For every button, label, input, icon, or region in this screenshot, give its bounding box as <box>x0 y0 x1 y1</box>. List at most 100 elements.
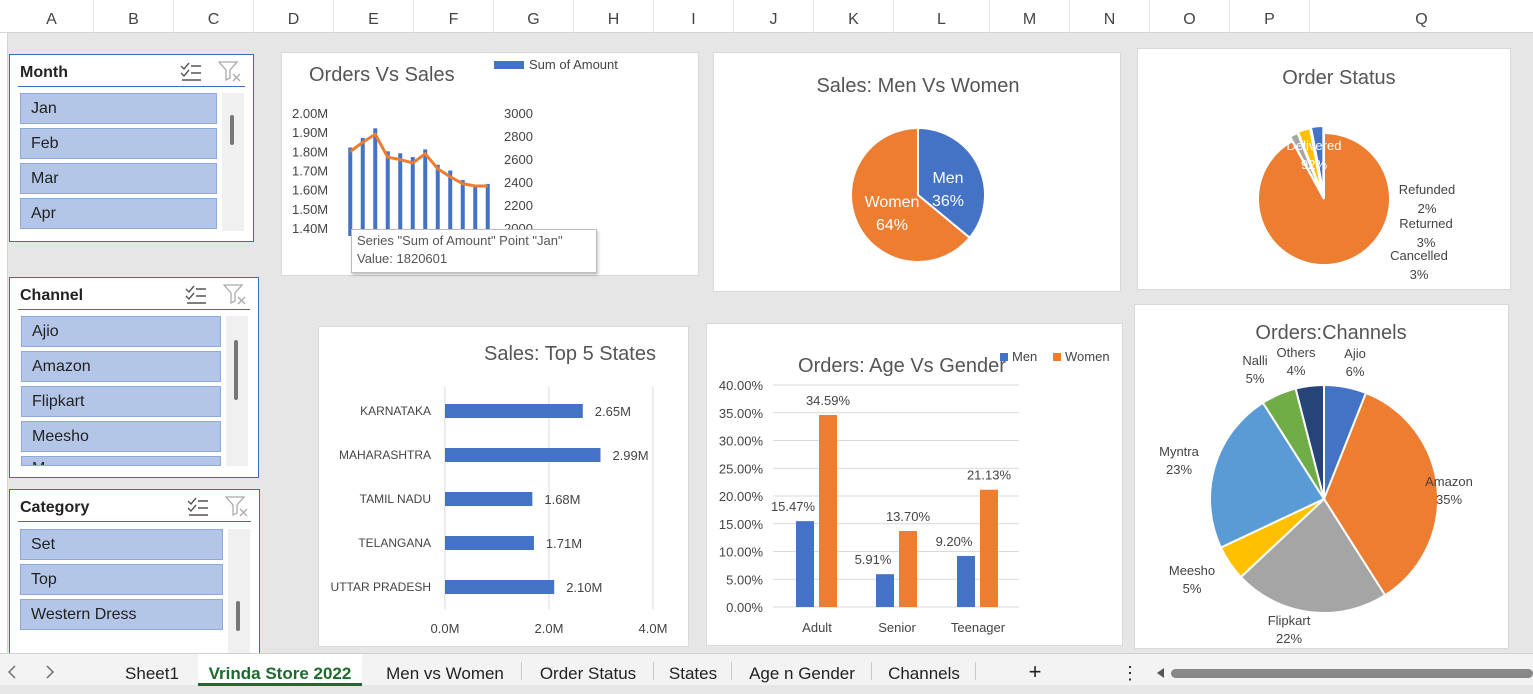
horizontal-scroll-thumb[interactable] <box>1171 669 1533 678</box>
slicer-item-apr[interactable]: Apr <box>20 198 217 229</box>
order-status-chart[interactable]: Order Status Delivered 92% Refunded 2% Retur… <box>1137 48 1511 290</box>
bar-oct[interactable] <box>460 180 465 236</box>
slicer-item-western-dress[interactable]: Western Dress <box>20 599 223 630</box>
column-header-a[interactable]: A <box>10 0 94 33</box>
bar-teenager-men[interactable] <box>957 555 975 607</box>
y-tick-label: 1.40M <box>292 221 328 236</box>
slice-name-label: Meesho <box>1169 563 1215 578</box>
top-states-chart[interactable]: Sales: Top 5 States KARNATAKA 2.65M MAHARA… <box>318 326 689 647</box>
tab-sheet1[interactable]: Sheet1 <box>112 654 192 686</box>
multi-select-icon[interactable] <box>187 497 209 517</box>
slicer-scroll-thumb[interactable] <box>234 340 238 400</box>
slicer-divider <box>18 86 245 87</box>
chart-title: Orders: Age Vs Gender <box>798 355 1006 377</box>
column-header-n[interactable]: N <box>1070 0 1150 33</box>
clear-filter-icon[interactable] <box>225 496 249 518</box>
bar-jan[interactable] <box>348 147 353 237</box>
column-header-k[interactable]: K <box>814 0 894 33</box>
column-header-p[interactable]: P <box>1230 0 1310 33</box>
column-header-q[interactable]: Q <box>1310 0 1533 33</box>
multi-select-icon[interactable] <box>185 285 207 305</box>
bar-aug[interactable] <box>435 164 440 236</box>
channels-chart[interactable]: Orders:Channels Ajio 6% Amazon 35% Flipkart 2… <box>1134 304 1509 649</box>
tab-men-vs-women[interactable]: Men vs Women <box>372 654 518 686</box>
slicer-item-jan[interactable]: Jan <box>20 93 217 124</box>
slicer-item-flipkart[interactable]: Flipkart <box>21 386 221 417</box>
slice-name-label: Cancelled <box>1390 248 1448 263</box>
top-states-svg: Sales: Top 5 States KARNATAKA 2.65M MAHARA… <box>331 343 668 636</box>
slicer-item-feb[interactable]: Feb <box>20 128 217 159</box>
column-header-j[interactable]: J <box>734 0 814 33</box>
bar-uttar-pradesh[interactable] <box>445 580 555 594</box>
slicer-item-meesho[interactable]: Meesho <box>21 421 221 452</box>
slicer-scroll-thumb[interactable] <box>236 601 240 631</box>
month-slicer: Month Jan Feb Mar Apr <box>9 54 254 242</box>
tab-age-n-gender[interactable]: Age n Gender <box>736 654 868 686</box>
slicer-scrollbar[interactable] <box>228 529 250 655</box>
multi-select-icon[interactable] <box>180 62 202 82</box>
slicer-item-top[interactable]: Top <box>20 564 223 595</box>
men-vs-women-chart[interactable]: Sales: Men Vs Women Men 36% Women 64% <box>713 52 1121 292</box>
slicer-item-partial[interactable]: M <box>21 456 221 466</box>
column-header-m[interactable]: M <box>990 0 1070 33</box>
slicer-scrollbar[interactable] <box>222 93 244 231</box>
tab-channels[interactable]: Channels <box>876 654 972 686</box>
column-header-f[interactable]: F <box>414 0 494 33</box>
column-header-h[interactable]: H <box>574 0 654 33</box>
legend-label-women: Women <box>1065 349 1110 364</box>
slicer-item-mar[interactable]: Mar <box>20 163 217 194</box>
clear-filter-icon[interactable] <box>218 61 242 83</box>
tab-order-status[interactable]: Order Status <box>526 654 650 686</box>
y-tick-label: 35.00% <box>719 406 764 421</box>
column-header-l[interactable]: L <box>894 0 990 33</box>
tooltip-series: Series "Sum of Amount" Point "Jan" <box>357 233 563 248</box>
bar-maharashtra[interactable] <box>445 448 601 462</box>
bar-teenager-women[interactable] <box>980 489 998 607</box>
tab-vrinda-store-2022[interactable]: Vrinda Store 2022 <box>198 654 362 686</box>
column-header-d[interactable]: D <box>254 0 334 33</box>
category-slicer: Category Set Top Western Dress <box>9 489 260 655</box>
slice-value-label: 6% <box>1346 364 1365 379</box>
slice-value-label: 64% <box>876 217 908 234</box>
hscroll-left-icon[interactable] <box>1155 667 1165 679</box>
column-header-b[interactable]: B <box>94 0 174 33</box>
column-header-e[interactable]: E <box>334 0 414 33</box>
bar-mar[interactable] <box>373 128 378 236</box>
slicer-scroll-thumb[interactable] <box>230 115 234 145</box>
column-header-i[interactable]: I <box>654 0 734 33</box>
column-header-g[interactable]: G <box>494 0 574 33</box>
clear-filter-icon[interactable] <box>223 284 247 306</box>
column-header-c[interactable]: C <box>174 0 254 33</box>
bar-jun[interactable] <box>410 157 415 236</box>
bar-senior-men[interactable] <box>876 574 894 607</box>
slice-name-label: Myntra <box>1159 444 1200 459</box>
bar-jul[interactable] <box>423 149 428 236</box>
bar-apr[interactable] <box>385 151 390 236</box>
bar-adult-men[interactable] <box>796 521 814 607</box>
slicer-item-set[interactable]: Set <box>20 529 223 560</box>
bar-sep[interactable] <box>448 170 453 237</box>
bar-karnataka[interactable] <box>445 404 583 418</box>
column-header-o[interactable]: O <box>1150 0 1230 33</box>
bar-tamil-nadu[interactable] <box>445 492 533 506</box>
scroll-right-icon[interactable] <box>45 665 55 679</box>
y-tick-label: 2.00M <box>292 106 328 121</box>
bar-senior-women[interactable] <box>899 530 917 607</box>
bar-adult-women[interactable] <box>819 415 837 607</box>
slice-name-label: Nalli <box>1242 353 1267 368</box>
bar-may[interactable] <box>398 153 403 236</box>
scroll-left-icon[interactable] <box>7 665 17 679</box>
slicer-item-amazon[interactable]: Amazon <box>21 351 221 382</box>
slice-value-label: 36% <box>932 193 964 210</box>
more-options-icon[interactable]: ⋮ <box>1120 654 1140 686</box>
age-gender-chart[interactable]: Orders: Age Vs Gender Men Women 40.00% 35… <box>706 323 1123 646</box>
add-sheet-button[interactable]: + <box>1020 654 1050 686</box>
slicer-scrollbar[interactable] <box>226 316 248 466</box>
slicer-item-ajio[interactable]: Ajio <box>21 316 221 347</box>
bar-feb[interactable] <box>360 137 365 236</box>
tab-states[interactable]: States <box>658 654 728 686</box>
bar-telangana[interactable] <box>445 536 534 550</box>
data-label: 5.91% <box>855 552 892 567</box>
slice-name-label: Flipkart <box>1268 613 1311 628</box>
slice-value-label: 22% <box>1276 631 1302 646</box>
